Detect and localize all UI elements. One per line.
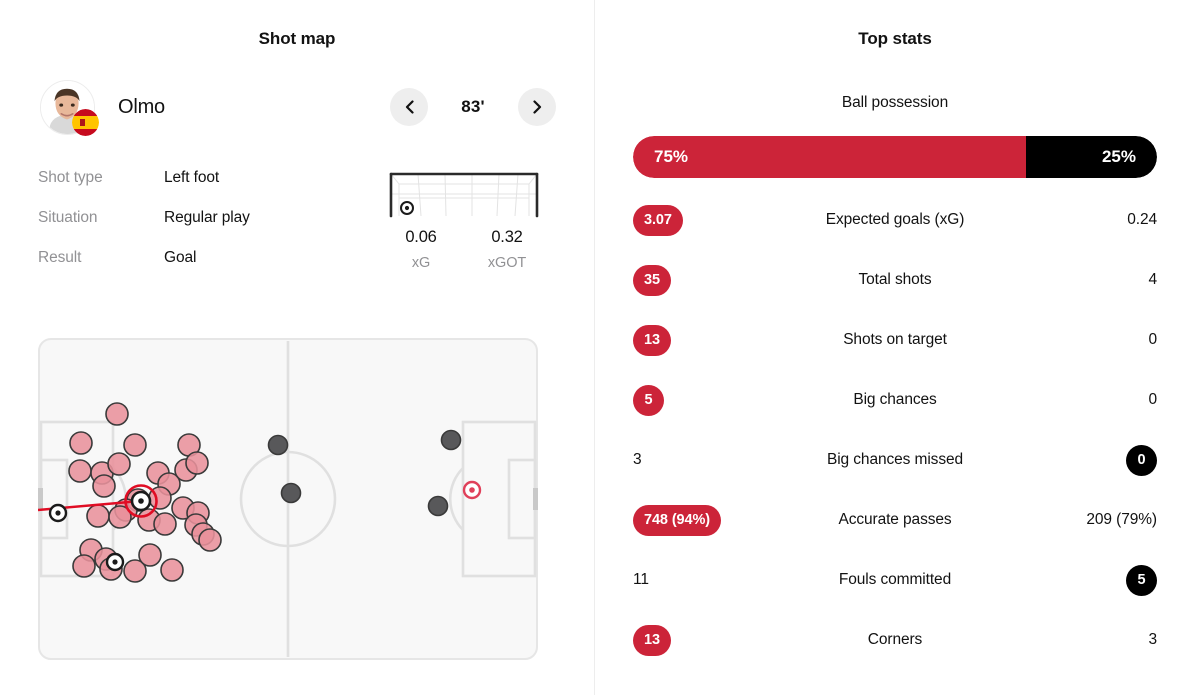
xgot-value: 0.32 bbox=[491, 228, 523, 246]
detail-row: Shot type Left foot bbox=[38, 158, 368, 198]
stat-away-side: 209 (79%) bbox=[1007, 511, 1157, 529]
stat-home-side: 13 bbox=[633, 624, 783, 656]
stat-label: Big chances bbox=[853, 391, 937, 408]
possession-home-segment: 75% bbox=[633, 136, 1026, 178]
stat-label: Big chances missed bbox=[826, 451, 964, 468]
stat-pill-home: 748 (94%) bbox=[633, 504, 721, 536]
xgot-label: xGOT bbox=[487, 255, 527, 271]
stat-away-side: 4 bbox=[1007, 271, 1157, 289]
top-stats-panel: Top stats Ball possession 75% 25% 3.07 Ex… bbox=[595, 0, 1195, 695]
stat-label: Expected goals (xG) bbox=[825, 211, 965, 228]
stat-home-side: 11 bbox=[633, 571, 783, 589]
possession-away-segment: 25% bbox=[1026, 136, 1157, 178]
shot-minute: 83' bbox=[461, 97, 485, 116]
stat-home-side: 13 bbox=[633, 324, 783, 356]
stat-pill-home: 35 bbox=[633, 264, 671, 296]
stat-row: 5 Big chances 0 bbox=[595, 370, 1195, 430]
spain-flag-icon bbox=[72, 108, 99, 136]
top-stats-title: Top stats bbox=[858, 29, 932, 48]
shot-map-panel: Shot map Olmo 83' Shot type Left foot Si… bbox=[0, 0, 595, 695]
player-name: Olmo bbox=[118, 95, 165, 118]
ball-possession-label: Ball possession bbox=[841, 94, 949, 111]
shot-map-pitch[interactable] bbox=[38, 338, 538, 660]
xg-column: 0.06 xG bbox=[378, 228, 464, 271]
stat-away-side: 0 bbox=[1007, 331, 1157, 349]
stat-home-side: 3 bbox=[633, 451, 783, 469]
detail-value: Left foot bbox=[164, 169, 220, 186]
stat-row: 748 (94%) Accurate passes 209 (79%) bbox=[595, 490, 1195, 550]
next-shot-button[interactable] bbox=[518, 88, 556, 126]
stat-row: 3 Big chances missed 0 bbox=[595, 430, 1195, 490]
shot-detail-list: Shot type Left foot Situation Regular pl… bbox=[38, 158, 368, 278]
detail-value: Regular play bbox=[164, 209, 250, 226]
stat-rows: 3.07 Expected goals (xG) 0.24 35 Total shots… bbox=[595, 190, 1195, 670]
stat-pill-home: 5 bbox=[633, 384, 664, 416]
stat-value-away: 4 bbox=[1148, 271, 1157, 288]
stat-home-side: 748 (94%) bbox=[633, 504, 783, 536]
stat-away-side: 0 bbox=[1007, 444, 1157, 476]
scored-ball-icon bbox=[105, 552, 125, 572]
goal-net-icon bbox=[389, 172, 539, 218]
chevron-right-icon bbox=[532, 100, 542, 114]
stat-value-home: 3 bbox=[633, 451, 642, 468]
detail-label: Result bbox=[38, 249, 82, 266]
match-stats-page: Shot map Olmo 83' Shot type Left foot Si… bbox=[0, 0, 1195, 695]
shot-details: Shot type Left foot Situation Regular pl… bbox=[0, 158, 594, 278]
chevron-left-icon bbox=[405, 100, 414, 114]
goal-ball-icon bbox=[48, 503, 68, 523]
ball-possession-block: Ball possession 75% 25% bbox=[595, 94, 1195, 178]
previous-shot-button[interactable] bbox=[390, 88, 428, 126]
stat-pill-home: 13 bbox=[633, 324, 671, 356]
stat-pill-home: 13 bbox=[633, 624, 671, 656]
player-row: Olmo 83' bbox=[0, 78, 594, 136]
stat-value-away: 3 bbox=[1148, 631, 1157, 648]
stat-label: Fouls committed bbox=[838, 571, 952, 588]
detail-row: Situation Regular play bbox=[38, 198, 368, 238]
stat-pill-away: 0 bbox=[1126, 444, 1157, 476]
stat-away-side: 3 bbox=[1007, 631, 1157, 649]
detail-row: Result Goal bbox=[38, 238, 368, 278]
stat-pill-away: 5 bbox=[1126, 564, 1157, 596]
goal-diagram: 0.06 xG 0.32 xGOT bbox=[374, 158, 554, 271]
xg-label: xG bbox=[411, 255, 431, 271]
xg-value: 0.06 bbox=[405, 228, 437, 246]
stat-away-side: 5 bbox=[1007, 564, 1157, 596]
stat-away-side: 0.24 bbox=[1007, 211, 1157, 229]
detail-label: Shot type bbox=[38, 169, 103, 186]
stat-value-home: 11 bbox=[633, 571, 649, 588]
xg-values: 0.06 xG 0.32 xGOT bbox=[378, 228, 550, 271]
stat-home-side: 3.07 bbox=[633, 204, 783, 236]
stat-row: 11 Fouls committed 5 bbox=[595, 550, 1195, 610]
detail-value: Goal bbox=[164, 249, 197, 266]
stat-label: Accurate passes bbox=[838, 511, 952, 528]
stat-label: Total shots bbox=[858, 271, 932, 288]
stat-row: 35 Total shots 4 bbox=[595, 250, 1195, 310]
shot-navigation: 83' bbox=[390, 88, 556, 126]
ball-icon bbox=[400, 201, 414, 215]
stat-label: Shots on target bbox=[843, 331, 947, 348]
opponent-goal-ball-icon bbox=[462, 480, 482, 500]
stat-row: 3.07 Expected goals (xG) 0.24 bbox=[595, 190, 1195, 250]
stat-value-away: 0 bbox=[1148, 331, 1157, 348]
stat-row: 13 Shots on target 0 bbox=[595, 310, 1195, 370]
stat-row: 13 Corners 3 bbox=[595, 610, 1195, 670]
stat-value-away: 0 bbox=[1148, 391, 1157, 408]
stat-value-away: 209 (79%) bbox=[1086, 511, 1157, 528]
stat-home-side: 35 bbox=[633, 264, 783, 296]
avatar bbox=[40, 79, 99, 136]
stat-home-side: 5 bbox=[633, 384, 783, 416]
page-title: Shot map bbox=[258, 29, 336, 48]
stat-value-away: 0.24 bbox=[1127, 211, 1157, 228]
ball-possession-bar: 75% 25% bbox=[633, 136, 1157, 178]
detail-label: Situation bbox=[38, 209, 98, 226]
stat-label: Corners bbox=[867, 631, 923, 648]
stat-pill-home: 3.07 bbox=[633, 204, 683, 236]
xgot-column: 0.32 xGOT bbox=[464, 228, 550, 271]
stat-away-side: 0 bbox=[1007, 391, 1157, 409]
